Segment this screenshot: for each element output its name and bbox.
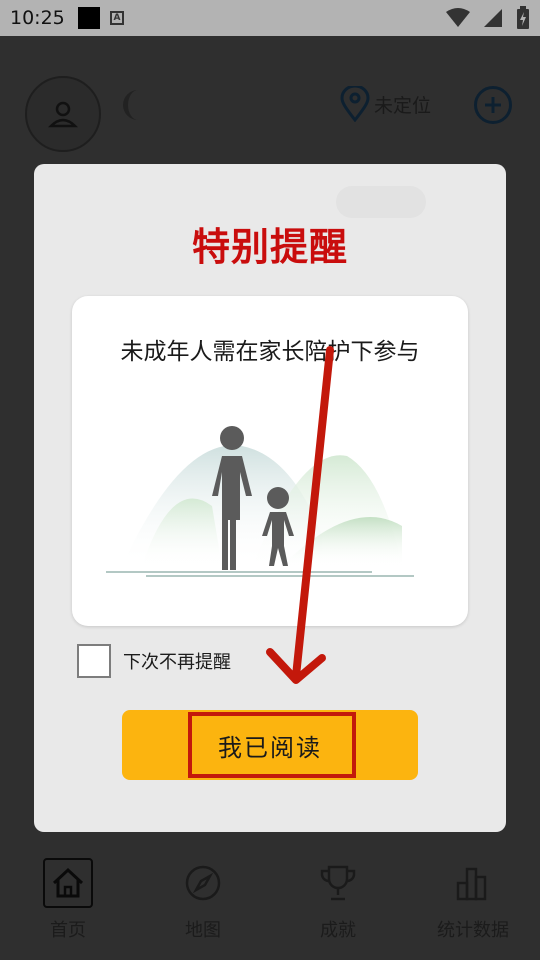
dont-remind-row[interactable]: 下次不再提醒 — [77, 644, 231, 678]
wifi-icon — [446, 8, 470, 27]
status-time: 10:25 — [10, 7, 65, 29]
notification-icon — [78, 7, 100, 29]
bar-chart-icon — [448, 858, 498, 908]
status-icons — [446, 6, 530, 30]
home-icon — [43, 858, 93, 908]
dont-remind-checkbox[interactable] — [77, 644, 111, 678]
parent-child-illustration — [106, 426, 414, 577]
signal-icon — [484, 9, 502, 27]
reminder-dialog: 特别提醒 未成年人需在家长陪护下参与 下次不再提醒 我已阅读 — [34, 164, 506, 832]
nav-label-home: 首页 — [50, 920, 86, 941]
bottom-nav: 首页 地图 成就 统计数据 — [0, 846, 540, 960]
status-bar: 10:25 A — [0, 0, 540, 36]
dialog-decoration — [336, 186, 426, 218]
dialog-title: 特别提醒 — [191, 225, 348, 269]
location-button[interactable]: 未定位 — [340, 86, 431, 122]
nav-label-achievements: 成就 — [320, 920, 356, 941]
notice-card: 未成年人需在家长陪护下参与 — [72, 296, 468, 626]
dont-remind-label[interactable]: 下次不再提醒 — [123, 648, 231, 674]
location-text: 未定位 — [374, 94, 432, 117]
nav-item-map[interactable]: 地图 — [148, 858, 258, 942]
nav-item-statistics[interactable]: 统计数据 — [418, 858, 528, 942]
nav-label-map: 地图 — [185, 920, 221, 941]
keyboard-icon: A — [110, 11, 124, 25]
nav-item-achievements[interactable]: 成就 — [283, 858, 393, 942]
compass-icon — [178, 858, 228, 908]
highlight-box — [188, 712, 356, 778]
avatar-button[interactable] — [25, 76, 101, 152]
add-button[interactable] — [474, 86, 512, 124]
nav-label-statistics: 统计数据 — [437, 920, 509, 941]
battery-icon — [517, 6, 529, 29]
trophy-icon — [313, 858, 363, 908]
user-icon — [48, 101, 78, 128]
plus-icon — [485, 97, 501, 113]
location-pin-icon — [340, 86, 370, 122]
nav-item-home[interactable]: 首页 — [13, 858, 123, 942]
moon-icon[interactable] — [122, 88, 152, 122]
notice-message: 未成年人需在家长陪护下参与 — [120, 339, 420, 365]
